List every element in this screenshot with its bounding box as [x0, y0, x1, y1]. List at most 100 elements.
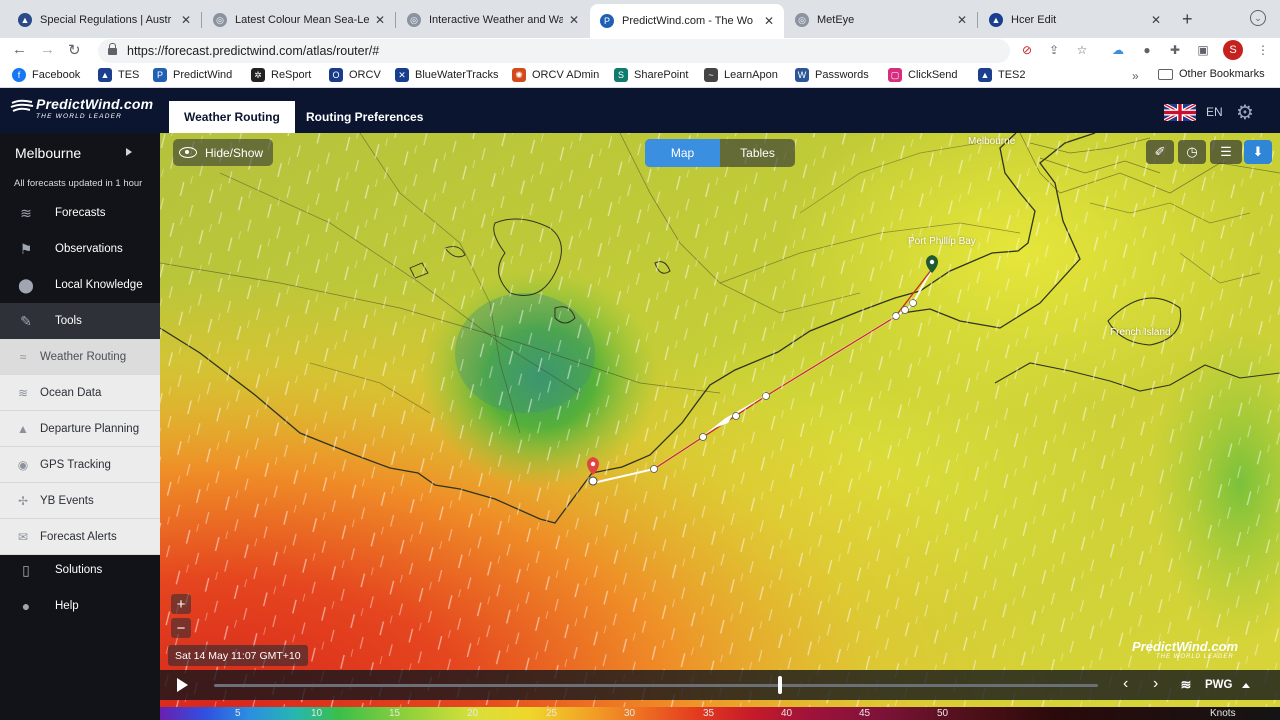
tab-search-icon[interactable]: ⌄: [1250, 10, 1266, 26]
map-label-melbourne: Melbourne: [968, 136, 1016, 147]
other-bookmarks[interactable]: Other Bookmarks: [1158, 68, 1265, 80]
blocked-icon[interactable]: ⊘: [1020, 43, 1034, 57]
close-icon[interactable]: ✕: [569, 13, 579, 27]
chat-icon[interactable]: ●: [1140, 43, 1154, 57]
time-slider-track[interactable]: [214, 684, 1098, 687]
learnapon-icon: ~: [704, 68, 718, 82]
sidebar-item-solutions[interactable]: ▯ Solutions: [0, 552, 160, 588]
legend-tick: 20: [467, 708, 479, 719]
sail-icon: ▲: [989, 13, 1003, 27]
facebook-icon: f: [12, 68, 26, 82]
sidebar-item-local-knowledge[interactable]: ⬤ Local Knowledge: [0, 267, 160, 303]
sidebar-item-observations[interactable]: ⚑ Observations: [0, 231, 160, 267]
browser-tab-mean-sea-level[interactable]: ◎ Latest Colour Mean Sea-Le ✕: [203, 6, 395, 34]
predictwind-watermark: PredictWind.com THE WORLD LEADER: [1132, 639, 1239, 660]
sidebar-subitem-forecast-alerts[interactable]: ✉ Forecast Alerts: [0, 519, 160, 555]
browser-tab-predictwind[interactable]: P PredictWind.com - The Wo ✕: [590, 4, 784, 38]
tab-title: Special Regulations | Austr: [40, 14, 172, 26]
uk-flag-icon[interactable]: [1164, 104, 1196, 121]
close-icon[interactable]: ✕: [764, 14, 774, 28]
bookmark-resport[interactable]: ✲ ReSport: [251, 68, 311, 82]
map-view-button[interactable]: Map: [645, 139, 720, 167]
download-icon[interactable]: ⬇: [1244, 140, 1272, 164]
sidebar-item-help[interactable]: ● Help: [0, 588, 160, 624]
model-selector[interactable]: ≋ PWG: [1175, 674, 1275, 696]
forecast-timestamp: Sat 14 May 11:07 GMT+10: [168, 645, 308, 666]
close-icon[interactable]: ✕: [181, 13, 191, 27]
weather-map[interactable]: Melbourne Port Phillip Bay French Island…: [160, 133, 1280, 707]
chevron-right-icon[interactable]: ›: [1153, 675, 1158, 693]
lock-icon: [108, 42, 117, 55]
sidepanel-icon[interactable]: ▣: [1196, 43, 1210, 57]
tab-title: Interactive Weather and Wa: [429, 14, 563, 26]
location-selector[interactable]: Melbourne: [0, 133, 160, 173]
globe-icon: ◎: [407, 13, 421, 27]
forward-icon[interactable]: →: [40, 41, 55, 58]
reload-icon[interactable]: ↻: [68, 41, 81, 59]
layers-icon[interactable]: ☰: [1210, 140, 1242, 164]
globe-icon: ◎: [213, 13, 227, 27]
wind-logo-icon: [10, 99, 34, 112]
sidebar: Melbourne All forecasts updated in 1 hou…: [0, 133, 160, 720]
bookmark-learnapon[interactable]: ~ LearnApon: [704, 68, 778, 82]
wind-lines-icon: ≋: [20, 204, 32, 221]
browser-tab-meteye[interactable]: ◎ MetEye ✕: [785, 6, 977, 34]
bookmark-orcv-admin[interactable]: ✺ ORCV ADmin: [512, 68, 599, 82]
clock-icon[interactable]: ◷: [1178, 140, 1206, 164]
back-icon[interactable]: ←: [12, 41, 27, 58]
clicksend-icon: ▢: [888, 68, 902, 82]
bookmark-tes[interactable]: ▲ TES: [98, 68, 139, 82]
ra-icon: ▲: [18, 13, 32, 27]
browser-tab-special-regulations[interactable]: ▲ Special Regulations | Austr ✕: [8, 6, 201, 34]
close-icon[interactable]: ✕: [957, 13, 967, 27]
tab-title: Hcer Edit: [1011, 14, 1057, 26]
tab-weather-routing[interactable]: Weather Routing: [169, 101, 295, 133]
cloud-icon[interactable]: ☁: [1111, 43, 1125, 57]
avatar[interactable]: S: [1223, 40, 1243, 60]
sidebar-subitem-yb-events[interactable]: ✢ YB Events: [0, 483, 160, 519]
close-icon[interactable]: ✕: [1151, 13, 1161, 27]
bookmark-sharepoint[interactable]: S SharePoint: [614, 68, 688, 82]
browser-tab-interactive-weather[interactable]: ◎ Interactive Weather and Wa ✕: [397, 6, 589, 34]
tab-routing-preferences[interactable]: Routing Preferences: [291, 100, 438, 133]
chevron-left-icon[interactable]: ‹: [1123, 675, 1128, 693]
zoom-in-button[interactable]: +: [171, 594, 191, 614]
sidebar-subitem-gps-tracking[interactable]: ◉ GPS Tracking: [0, 447, 160, 483]
tables-view-button[interactable]: Tables: [720, 139, 795, 167]
word-icon: W: [795, 68, 809, 82]
tab-title: MetEye: [817, 14, 855, 26]
sidebar-subitem-ocean-data[interactable]: ≋ Ocean Data: [0, 375, 160, 411]
browser-tab-hcer-edit[interactable]: ▲ Hcer Edit ✕: [979, 6, 1171, 34]
browser-toolbar: ← → ↻ https://forecast.predictwind.com/a…: [0, 38, 1280, 64]
sidebar-subitem-departure-planning[interactable]: ▲ Departure Planning: [0, 411, 160, 447]
zoom-out-button[interactable]: −: [171, 618, 191, 638]
star-icon[interactable]: ☆: [1075, 43, 1089, 57]
close-icon[interactable]: ✕: [375, 13, 385, 27]
menu-icon[interactable]: ⋮: [1256, 43, 1270, 57]
sidebar-item-forecasts[interactable]: ≋ Forecasts: [0, 195, 160, 231]
predictwind-logo[interactable]: PredictWind.com THE WORLD LEADER: [10, 96, 153, 120]
extensions-icon[interactable]: ✚: [1168, 43, 1182, 57]
new-tab-button[interactable]: +: [1182, 9, 1193, 30]
hide-show-button[interactable]: Hide/Show: [173, 139, 274, 166]
language-selector[interactable]: EN: [1206, 105, 1223, 119]
update-status: All forecasts updated in 1 hour: [14, 178, 143, 189]
wind-map-canvas: [160, 133, 1280, 707]
bookmark-tes2[interactable]: ▲ TES2: [978, 68, 1026, 82]
gear-icon[interactable]: ⚙: [1236, 100, 1254, 125]
sidebar-item-tools[interactable]: ✎ Tools: [0, 303, 160, 339]
sidebar-subitem-weather-routing[interactable]: ≈ Weather Routing: [0, 339, 160, 375]
predictwind-icon: P: [600, 14, 614, 28]
play-icon[interactable]: [177, 678, 188, 692]
bookmark-bluewatertracks[interactable]: ✕ BlueWaterTracks: [395, 68, 499, 82]
bookmark-clicksend[interactable]: ▢ ClickSend: [888, 68, 958, 82]
time-slider-handle[interactable]: [777, 676, 782, 694]
more-bookmarks-icon[interactable]: »: [1132, 69, 1139, 83]
bookmark-passwords[interactable]: W Passwords: [795, 68, 869, 82]
bookmark-facebook[interactable]: f Facebook: [12, 68, 80, 82]
share-icon[interactable]: ⇪: [1047, 43, 1061, 57]
address-bar[interactable]: https://forecast.predictwind.com/atlas/r…: [98, 39, 1010, 63]
bookmark-predictwind[interactable]: P PredictWind: [153, 68, 232, 82]
bookmark-orcv[interactable]: O ORCV: [329, 68, 381, 82]
route-edit-icon[interactable]: ✐: [1146, 140, 1174, 164]
